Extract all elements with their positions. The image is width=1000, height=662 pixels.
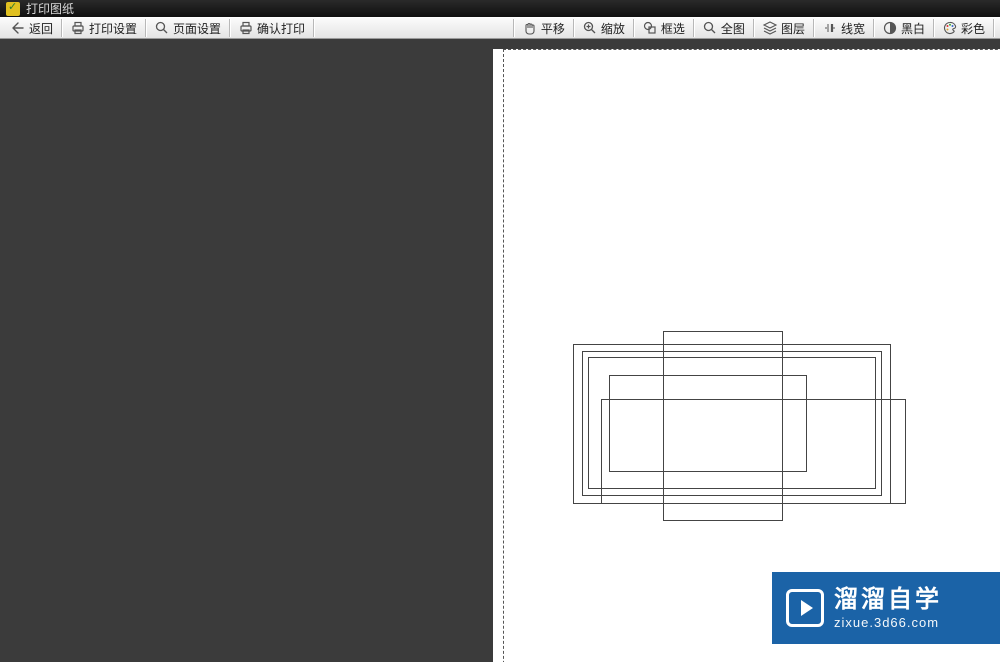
line-width-icon [822, 20, 838, 36]
line-width-label: 线宽 [841, 20, 865, 37]
separator [61, 19, 62, 37]
title-bar: 打印图纸 [0, 0, 1000, 17]
confirm-print-button[interactable]: 确认打印 [232, 18, 311, 38]
pan-button[interactable]: 平移 [516, 18, 571, 38]
separator [753, 19, 754, 37]
toolbar: 返回 打印设置 页面设置 确认打印 平移 缩放 [0, 17, 1000, 39]
zoom-label: 缩放 [601, 20, 625, 37]
black-white-button[interactable]: 黑白 [876, 18, 931, 38]
back-label: 返回 [29, 20, 53, 37]
watermark-badge: 溜溜自学 zixue.3d66.com [772, 572, 1000, 644]
preview-pane[interactable] [493, 39, 1000, 662]
panel-divider[interactable] [485, 39, 493, 662]
layers-icon [762, 20, 778, 36]
line-width-button[interactable]: 线宽 [816, 18, 871, 38]
page-settings-label: 页面设置 [173, 20, 221, 37]
black-white-label: 黑白 [901, 20, 925, 37]
color-palette-icon [942, 20, 958, 36]
watermark-title: 溜溜自学 [834, 584, 942, 615]
full-view-label: 全图 [721, 20, 745, 37]
separator [573, 19, 574, 37]
separator [145, 19, 146, 37]
printer-icon [70, 20, 86, 36]
watermark-text: 溜溜自学 zixue.3d66.com [834, 584, 942, 632]
color-label: 彩色 [961, 20, 985, 37]
black-white-icon [882, 20, 898, 36]
confirm-print-label: 确认打印 [257, 20, 305, 37]
box-select-label: 框选 [661, 20, 685, 37]
pan-label: 平移 [541, 20, 565, 37]
zoom-button[interactable]: 缩放 [576, 18, 631, 38]
separator [873, 19, 874, 37]
hand-icon [522, 20, 538, 36]
separator [993, 19, 994, 37]
window-title: 打印图纸 [26, 0, 74, 17]
box-select-button[interactable]: 框选 [636, 18, 691, 38]
box-select-icon [642, 20, 658, 36]
shape-rect [663, 331, 783, 521]
zoom-icon [582, 20, 598, 36]
print-settings-button[interactable]: 打印设置 [64, 18, 143, 38]
app-icon [6, 2, 20, 16]
full-view-button[interactable]: 全图 [696, 18, 751, 38]
print-settings-label: 打印设置 [89, 20, 137, 37]
play-logo-icon [786, 589, 824, 627]
color-button[interactable]: 彩色 [936, 18, 991, 38]
printer-confirm-icon [238, 20, 254, 36]
separator [693, 19, 694, 37]
drawing-content [493, 49, 1000, 662]
page-settings-button[interactable]: 页面设置 [148, 18, 227, 38]
magnifier-page-icon [154, 20, 170, 36]
separator [813, 19, 814, 37]
back-arrow-icon [10, 20, 26, 36]
watermark-url: zixue.3d66.com [834, 615, 942, 632]
layers-label: 图层 [781, 20, 805, 37]
print-preview-page [493, 49, 1000, 662]
workspace [0, 39, 1000, 662]
separator [513, 19, 514, 37]
separator [633, 19, 634, 37]
separator [933, 19, 934, 37]
left-panel [0, 39, 485, 662]
full-extent-icon [702, 20, 718, 36]
separator [313, 19, 314, 37]
back-button[interactable]: 返回 [4, 18, 59, 38]
separator [229, 19, 230, 37]
layers-button[interactable]: 图层 [756, 18, 811, 38]
